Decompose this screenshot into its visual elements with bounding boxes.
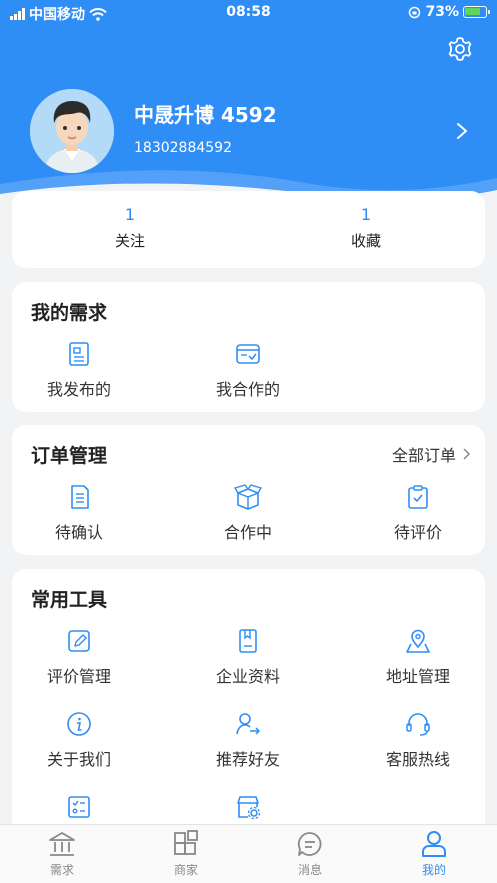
avatar-illustration [30,89,114,173]
chevron-right-icon[interactable] [454,120,470,142]
service-hotline-button[interactable]: 客服热线 [363,710,473,770]
checklist-icon [68,796,90,818]
review-manage-button[interactable]: 评价管理 [24,627,134,687]
tab-messages[interactable]: 消息 [270,830,350,878]
all-orders-label: 全部订单 [391,446,456,465]
my-needs-title: 我的需求 [31,302,108,324]
my-needs-card: 我的需求 我发布的 我合作的 [12,282,485,412]
user-share-icon [236,713,261,735]
person-icon [422,831,446,857]
box-icon [234,484,262,510]
orientation-lock-icon [409,6,421,18]
about-us-label: 关于我们 [46,750,111,769]
status-bar: 中国移动 08:58 73% [0,0,497,26]
tab-mine[interactable]: 我的 [394,830,474,878]
in-cooperation-button[interactable]: 合作中 [193,483,303,543]
my-published-label: 我发布的 [46,380,111,399]
building-icon [49,832,75,856]
recommend-friend-button[interactable]: 推荐好友 [193,710,303,770]
avatar[interactable] [30,89,114,173]
pending-confirm-label: 待确认 [54,523,103,542]
about-us-button[interactable]: 关于我们 [24,710,134,770]
orders-title: 订单管理 [31,445,108,467]
in-cooperation-label: 合作中 [223,523,272,542]
pending-confirm-button[interactable]: 待确认 [24,483,134,543]
tab-merchants[interactable]: 商家 [146,830,226,878]
company-info-label: 企业资料 [215,667,280,686]
checklist-tool-button[interactable] [24,793,134,821]
grid-icon [174,830,198,855]
service-hotline-label: 客服热线 [385,750,450,769]
following-count: 1 [124,205,136,224]
tools-title: 常用工具 [31,589,108,611]
stat-following[interactable]: 1 关注 [70,205,190,251]
pending-review-label: 待评价 [393,523,442,542]
all-orders-link[interactable]: 全部订单 [392,442,471,466]
list-doc-icon [71,485,89,509]
following-label: 关注 [114,232,145,250]
tab-merchants-label: 商家 [173,863,198,877]
document-icon [69,342,89,366]
store-settings-tool-button[interactable] [193,793,303,821]
tab-messages-label: 消息 [297,863,322,877]
map-pin-icon [406,629,430,653]
gear-icon[interactable] [446,35,474,63]
recommend-friend-label: 推荐好友 [215,750,280,769]
my-cooperated-button[interactable]: 我合作的 [193,340,303,400]
company-info-button[interactable]: 企业资料 [193,627,303,687]
battery-percent: 73% [425,4,459,20]
battery-icon [463,6,490,18]
address-manage-button[interactable]: 地址管理 [363,627,473,687]
review-manage-label: 评价管理 [46,667,111,686]
info-icon [67,712,91,736]
edit-icon [68,630,90,652]
pending-review-button[interactable]: 待评价 [363,483,473,543]
message-icon [297,832,322,856]
clipboard-check-icon [408,485,428,509]
bottom-tab-bar: 需求 商家 消息 我的 [0,824,497,883]
favorites-label: 收藏 [350,232,381,250]
stats-card: 1 关注 1 收藏 [12,191,485,268]
my-published-button[interactable]: 我发布的 [24,340,134,400]
my-cooperated-label: 我合作的 [215,380,280,399]
book-icon [239,629,257,653]
user-name[interactable]: 中晟升博 4592 [134,99,277,128]
favorites-count: 1 [360,205,372,224]
orders-card: 订单管理 全部订单 待确认 合作中 待评价 [12,425,485,555]
user-phone: 18302884592 [134,140,232,156]
tab-needs-label: 需求 [49,863,74,877]
cooperation-icon [236,344,260,364]
stat-favorites[interactable]: 1 收藏 [306,205,426,251]
headset-icon [406,713,430,736]
tab-needs[interactable]: 需求 [22,830,102,878]
store-settings-icon [237,796,261,820]
tab-mine-label: 我的 [421,863,446,877]
chevron-right-icon [463,448,471,460]
address-manage-label: 地址管理 [385,667,450,686]
